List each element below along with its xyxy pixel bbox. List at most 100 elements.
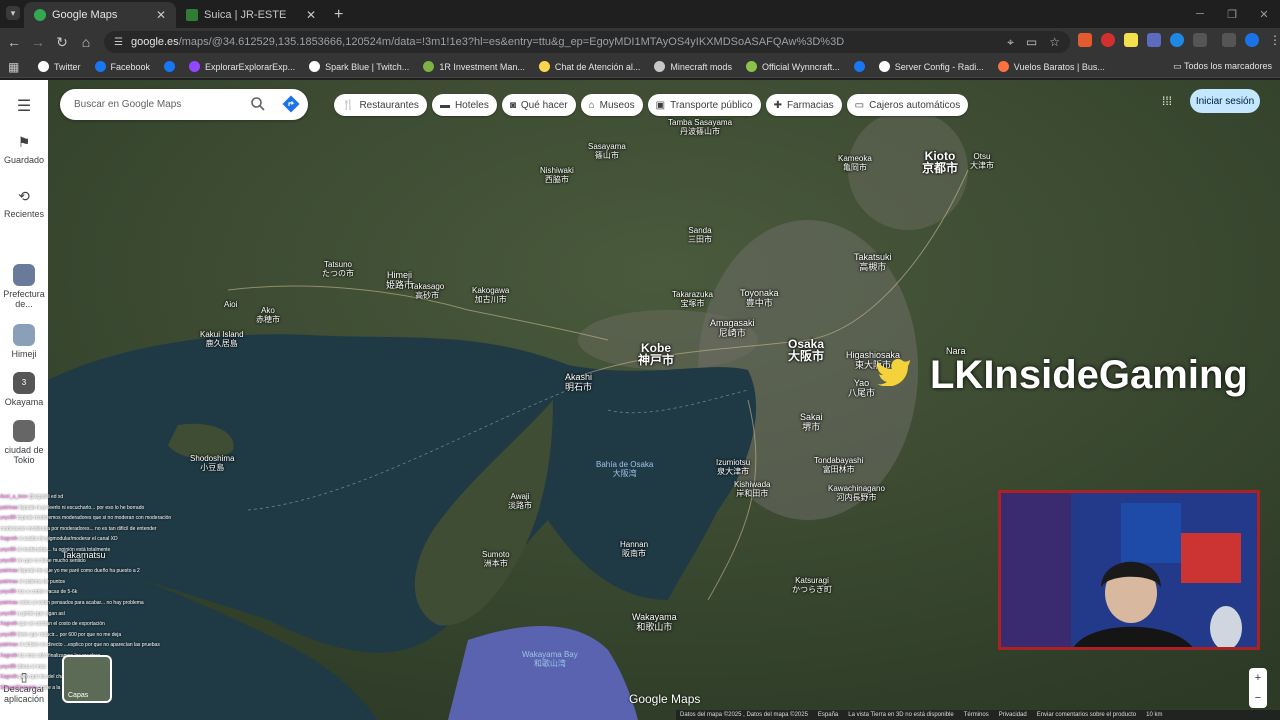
place-label[interactable]: Aioi bbox=[224, 300, 237, 309]
place-label[interactable]: Sanda 三田市 bbox=[688, 226, 712, 244]
layers-button[interactable]: Capas bbox=[62, 655, 112, 703]
reload-icon[interactable]: ↻ bbox=[50, 30, 74, 54]
location-icon[interactable]: ⌖ bbox=[1007, 35, 1014, 50]
cast-icon[interactable]: ▭ bbox=[1026, 35, 1037, 50]
home-icon[interactable]: ⌂ bbox=[74, 30, 98, 54]
place-label[interactable]: Ako 赤穂市 bbox=[256, 306, 280, 324]
place-label[interactable]: Himeji 姫路市 bbox=[386, 270, 413, 290]
place-label[interactable]: Toyonaka 豊中市 bbox=[740, 288, 779, 308]
place-label[interactable]: Yao 八尾市 bbox=[848, 378, 875, 398]
bookmark-item[interactable]: Spark Blue | Twitch... bbox=[309, 61, 409, 72]
directions-icon[interactable] bbox=[282, 95, 300, 113]
footer-link[interactable]: España bbox=[818, 712, 838, 718]
place-label[interactable]: Amagasaki 尼崎市 bbox=[710, 318, 755, 338]
place-label[interactable]: Izumiotsu 泉大津市 bbox=[716, 458, 750, 476]
place-label[interactable]: Osaka 大阪市 bbox=[788, 338, 824, 362]
place-label[interactable]: Wakayama 和歌山市 bbox=[632, 612, 677, 632]
bookmark-item[interactable]: 1R Investment Man... bbox=[423, 61, 525, 72]
place-label[interactable]: Kioto 京都市 bbox=[922, 150, 958, 174]
bookmark-item[interactable]: Twitter bbox=[38, 61, 81, 72]
back-icon[interactable]: ← bbox=[2, 30, 26, 54]
bookmark-item[interactable]: Official Wynncraft... bbox=[745, 61, 840, 72]
bookmark-item[interactable]: Facebook bbox=[94, 61, 150, 72]
minimize-icon[interactable]: ─ bbox=[1184, 0, 1216, 28]
footer-link[interactable]: La vista Tierra en 3D no está disponible bbox=[848, 712, 953, 718]
close-tab-icon[interactable]: ✕ bbox=[156, 8, 166, 22]
place-label[interactable]: Nishiwaki 西脇市 bbox=[540, 166, 574, 184]
extension-purple-icon[interactable] bbox=[1147, 33, 1161, 47]
bookmark-item[interactable]: Chat de Atención al... bbox=[538, 61, 640, 72]
menu-dots-icon[interactable]: ⋮ bbox=[1268, 33, 1280, 47]
extensions-puzzle-icon[interactable] bbox=[1193, 33, 1207, 47]
footer-link[interactable]: Datos del mapa ©2025 , Datos del mapa ©2… bbox=[680, 712, 808, 718]
extension-fox-icon[interactable] bbox=[1078, 33, 1092, 47]
recent-item-tokyo[interactable]: ciudad de Tokio bbox=[0, 420, 48, 465]
place-label[interactable]: Akashi 明石市 bbox=[565, 372, 592, 392]
place-label[interactable]: Katsuragi かつらぎ町 bbox=[792, 576, 832, 594]
place-label[interactable]: Kakui Island 鹿久居島 bbox=[200, 330, 244, 348]
place-label[interactable]: Kawachinagano 河内長野市 bbox=[828, 484, 885, 502]
saved-button[interactable]: ⚑ Guardado bbox=[0, 134, 48, 165]
footer-link[interactable]: Privacidad bbox=[999, 712, 1027, 718]
place-label[interactable]: Otsu 大津市 bbox=[970, 152, 994, 170]
menu-hamburger-icon[interactable]: ☰ bbox=[0, 96, 48, 116]
maximize-icon[interactable]: ❐ bbox=[1216, 0, 1248, 28]
footer-link[interactable]: 10 km bbox=[1146, 712, 1162, 718]
recent-item-okayama[interactable]: 3 Okayama bbox=[0, 372, 48, 407]
place-label[interactable]: Sasayama 篠山市 bbox=[588, 142, 626, 160]
footer-link[interactable]: Enviar comentarios sobre el producto bbox=[1037, 712, 1136, 718]
place-label[interactable]: Hannan 阪南市 bbox=[620, 540, 648, 558]
tab-google-maps[interactable]: Google Maps ✕ bbox=[24, 2, 176, 28]
bookmark-item[interactable] bbox=[164, 61, 176, 72]
place-label[interactable]: Takatsuki 高槻市 bbox=[854, 252, 892, 272]
place-label[interactable]: Kobe 神戸市 bbox=[638, 342, 674, 366]
zoom-in-icon[interactable]: + bbox=[1249, 668, 1267, 688]
chip-museos[interactable]: ⌂ Museos bbox=[580, 94, 643, 116]
search-icon[interactable] bbox=[250, 96, 266, 112]
zoom-controls[interactable]: + − bbox=[1249, 668, 1267, 708]
tab-search-icon[interactable]: ▾ bbox=[6, 6, 20, 20]
bookmark-star-icon[interactable]: ☆ bbox=[1049, 35, 1060, 50]
media-control-icon[interactable] bbox=[1222, 33, 1236, 47]
close-tab-icon[interactable]: ✕ bbox=[306, 8, 316, 22]
place-label[interactable]: Awaji 淡路市 bbox=[508, 492, 532, 510]
bookmark-item[interactable]: Vuelos Baratos | Bus... bbox=[997, 61, 1105, 72]
place-label[interactable]: Sumoto 洲本市 bbox=[482, 550, 510, 568]
extension-red-icon[interactable] bbox=[1101, 33, 1115, 47]
chip-qu-hacer[interactable]: ◙ Qué hacer bbox=[501, 94, 576, 116]
forward-icon[interactable]: → bbox=[26, 30, 50, 54]
extension-yellow-icon[interactable] bbox=[1124, 33, 1138, 47]
chip-transporte-p-blico[interactable]: ▣ Transporte público bbox=[647, 94, 761, 116]
place-label[interactable]: Tamba Sasayama 丹波篠山市 bbox=[668, 118, 732, 136]
profile-avatar-icon[interactable] bbox=[1245, 33, 1259, 47]
chip-cajeros-autom-ticos[interactable]: ▭ Cajeros automáticos bbox=[846, 94, 969, 116]
place-label[interactable]: Tatsuno たつの市 bbox=[322, 260, 354, 278]
place-label[interactable]: Sakai 堺市 bbox=[800, 412, 823, 432]
place-label[interactable]: Tondabayashi 富田林市 bbox=[814, 456, 863, 474]
chip-hoteles[interactable]: ▬ Hoteles bbox=[431, 94, 497, 116]
apps-grid-icon[interactable]: ▦ bbox=[8, 60, 19, 74]
google-apps-icon[interactable]: ⁞⁞⁞ bbox=[1162, 94, 1172, 108]
chip-farmacias[interactable]: ✚ Farmacias bbox=[765, 94, 842, 116]
zoom-out-icon[interactable]: − bbox=[1249, 688, 1267, 708]
site-info-icon[interactable]: ☰ bbox=[114, 37, 123, 48]
chip-restaurantes[interactable]: 🍴 Restaurantes bbox=[334, 94, 427, 116]
bookmark-item[interactable]: ExplorarExplorarExp... bbox=[189, 61, 295, 72]
place-label[interactable]: Kishiwada 岸和田市 bbox=[734, 480, 770, 498]
recent-item-himeji[interactable]: Himeji bbox=[0, 324, 48, 359]
tab-suica[interactable]: Suica | JR-ESTE ✕ bbox=[176, 2, 326, 28]
search-input[interactable]: Buscar en Google Maps bbox=[74, 99, 181, 110]
bookmark-item[interactable]: Server Config - Radi... bbox=[878, 61, 984, 72]
sign-in-button[interactable]: Iniciar sesión bbox=[1190, 89, 1260, 113]
place-label[interactable]: Kameoka 亀岡市 bbox=[838, 154, 872, 172]
close-window-icon[interactable]: ✕ bbox=[1248, 0, 1280, 28]
place-label[interactable]: Shodoshima 小豆島 bbox=[190, 454, 234, 472]
new-tab-icon[interactable]: + bbox=[334, 2, 343, 28]
address-bar[interactable]: ☰ google.es/maps/@34.612529,135.1853666,… bbox=[104, 31, 1070, 53]
bookmark-item[interactable]: Minecraft mods bbox=[654, 61, 732, 72]
place-label[interactable]: Takarazuka 宝塚市 bbox=[672, 290, 713, 308]
all-bookmarks-folder[interactable]: ▭ Todos los marcadores bbox=[1173, 61, 1272, 72]
footer-link[interactable]: Términos bbox=[964, 712, 989, 718]
recent-item-prefecture[interactable]: Prefectura de... bbox=[0, 264, 48, 309]
recents-button[interactable]: ⟲ Recientes bbox=[0, 188, 48, 219]
